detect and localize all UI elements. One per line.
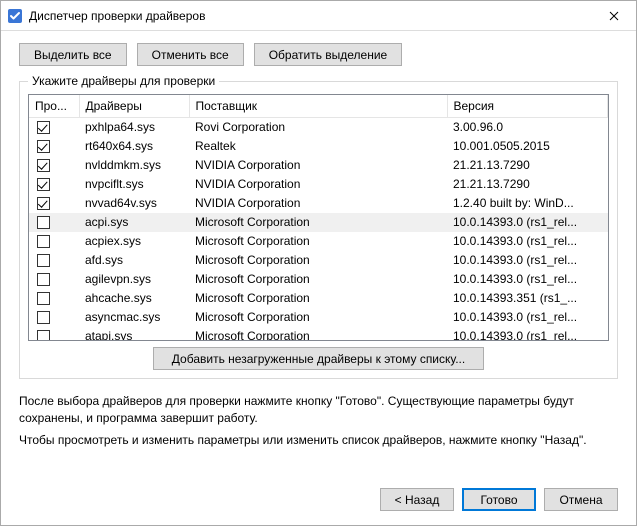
table-row[interactable]: agilevpn.sysMicrosoft Corporation10.0.14…: [29, 270, 608, 289]
help-text-1: После выбора драйверов для проверки нажм…: [19, 393, 618, 428]
add-unloaded-drivers-button[interactable]: Добавить незагруженные драйверы к этому …: [153, 347, 484, 370]
drivers-group-legend: Укажите драйверы для проверки: [28, 74, 219, 88]
help-text-2: Чтобы просмотреть и изменить параметры и…: [19, 432, 618, 449]
driver-checkbox[interactable]: [37, 159, 50, 172]
cancel-button[interactable]: Отмена: [544, 488, 618, 511]
driver-version: 10.0.14393.0 (rs1_rel...: [447, 327, 608, 341]
table-row[interactable]: pxhlpa64.sysRovi Corporation3.00.96.0: [29, 118, 608, 137]
table-row[interactable]: nvlddmkm.sysNVIDIA Corporation21.21.13.7…: [29, 156, 608, 175]
driver-checkbox[interactable]: [37, 330, 50, 340]
driver-version: 21.21.13.7290: [447, 175, 608, 194]
driver-vendor: NVIDIA Corporation: [189, 175, 447, 194]
driver-name: acpi.sys: [79, 213, 189, 232]
driver-vendor: NVIDIA Corporation: [189, 156, 447, 175]
table-row[interactable]: ahcache.sysMicrosoft Corporation10.0.143…: [29, 289, 608, 308]
drivers-group: Укажите драйверы для проверки Про... Дра…: [19, 74, 618, 379]
column-header-check[interactable]: Про...: [29, 95, 79, 118]
driver-name: pxhlpa64.sys: [79, 118, 189, 137]
driver-checkbox[interactable]: [37, 311, 50, 324]
select-all-button[interactable]: Выделить все: [19, 43, 127, 66]
client-area: Выделить все Отменить все Обратить выдел…: [1, 31, 636, 525]
driver-name: ahcache.sys: [79, 289, 189, 308]
back-button[interactable]: < Назад: [380, 488, 454, 511]
driver-vendor: NVIDIA Corporation: [189, 194, 447, 213]
toolbar: Выделить все Отменить все Обратить выдел…: [19, 43, 618, 66]
driver-vendor: Microsoft Corporation: [189, 251, 447, 270]
driver-version: 10.0.14393.0 (rs1_rel...: [447, 251, 608, 270]
driver-name: nvvad64v.sys: [79, 194, 189, 213]
driver-name: atapi.sys: [79, 327, 189, 341]
table-row[interactable]: afd.sysMicrosoft Corporation10.0.14393.0…: [29, 251, 608, 270]
driver-checkbox[interactable]: [37, 292, 50, 305]
driver-name: agilevpn.sys: [79, 270, 189, 289]
driver-version: 10.0.14393.0 (rs1_rel...: [447, 270, 608, 289]
driver-checkbox[interactable]: [37, 273, 50, 286]
driver-name: nvlddmkm.sys: [79, 156, 189, 175]
driver-vendor: Rovi Corporation: [189, 118, 447, 137]
table-row[interactable]: nvvad64v.sysNVIDIA Corporation1.2.40 bui…: [29, 194, 608, 213]
driver-version: 3.00.96.0: [447, 118, 608, 137]
driver-checkbox[interactable]: [37, 121, 50, 134]
driver-version: 10.0.14393.0 (rs1_rel...: [447, 232, 608, 251]
column-header-version[interactable]: Версия: [447, 95, 608, 118]
driver-name: nvpciflt.sys: [79, 175, 189, 194]
driver-vendor: Realtek: [189, 137, 447, 156]
app-icon: [7, 8, 23, 24]
driver-version: 21.21.13.7290: [447, 156, 608, 175]
column-header-vendor[interactable]: Поставщик: [189, 95, 447, 118]
driver-name: acpiex.sys: [79, 232, 189, 251]
table-row[interactable]: acpiex.sysMicrosoft Corporation10.0.1439…: [29, 232, 608, 251]
driver-name: afd.sys: [79, 251, 189, 270]
deselect-all-button[interactable]: Отменить все: [137, 43, 244, 66]
driver-list[interactable]: Про... Драйверы Поставщик Версия pxhlpa6…: [28, 94, 609, 341]
driver-vendor: Microsoft Corporation: [189, 213, 447, 232]
driver-vendor: Microsoft Corporation: [189, 308, 447, 327]
window-frame: Диспетчер проверки драйверов Выделить вс…: [0, 0, 637, 526]
driver-name: asyncmac.sys: [79, 308, 189, 327]
title-bar[interactable]: Диспетчер проверки драйверов: [1, 1, 636, 31]
table-row[interactable]: acpi.sysMicrosoft Corporation10.0.14393.…: [29, 213, 608, 232]
driver-version: 10.0.14393.351 (rs1_...: [447, 289, 608, 308]
finish-button[interactable]: Готово: [462, 488, 536, 511]
driver-checkbox[interactable]: [37, 235, 50, 248]
driver-version: 10.0.14393.0 (rs1_rel...: [447, 308, 608, 327]
driver-vendor: Microsoft Corporation: [189, 327, 447, 341]
driver-version: 10.0.14393.0 (rs1_rel...: [447, 213, 608, 232]
driver-checkbox[interactable]: [37, 178, 50, 191]
driver-checkbox[interactable]: [37, 254, 50, 267]
table-row[interactable]: atapi.sysMicrosoft Corporation10.0.14393…: [29, 327, 608, 341]
table-row[interactable]: rt640x64.sysRealtek10.001.0505.2015: [29, 137, 608, 156]
driver-vendor: Microsoft Corporation: [189, 289, 447, 308]
close-button[interactable]: [591, 1, 636, 30]
driver-version: 10.001.0505.2015: [447, 137, 608, 156]
driver-version: 1.2.40 built by: WinD...: [447, 194, 608, 213]
driver-checkbox[interactable]: [37, 197, 50, 210]
table-row[interactable]: asyncmac.sysMicrosoft Corporation10.0.14…: [29, 308, 608, 327]
driver-checkbox[interactable]: [37, 216, 50, 229]
driver-name: rt640x64.sys: [79, 137, 189, 156]
driver-vendor: Microsoft Corporation: [189, 270, 447, 289]
driver-vendor: Microsoft Corporation: [189, 232, 447, 251]
window-title: Диспетчер проверки драйверов: [29, 9, 591, 23]
table-row[interactable]: nvpciflt.sysNVIDIA Corporation21.21.13.7…: [29, 175, 608, 194]
driver-checkbox[interactable]: [37, 140, 50, 153]
invert-selection-button[interactable]: Обратить выделение: [254, 43, 403, 66]
column-header-driver[interactable]: Драйверы: [79, 95, 189, 118]
wizard-footer: < Назад Готово Отмена: [19, 478, 618, 511]
